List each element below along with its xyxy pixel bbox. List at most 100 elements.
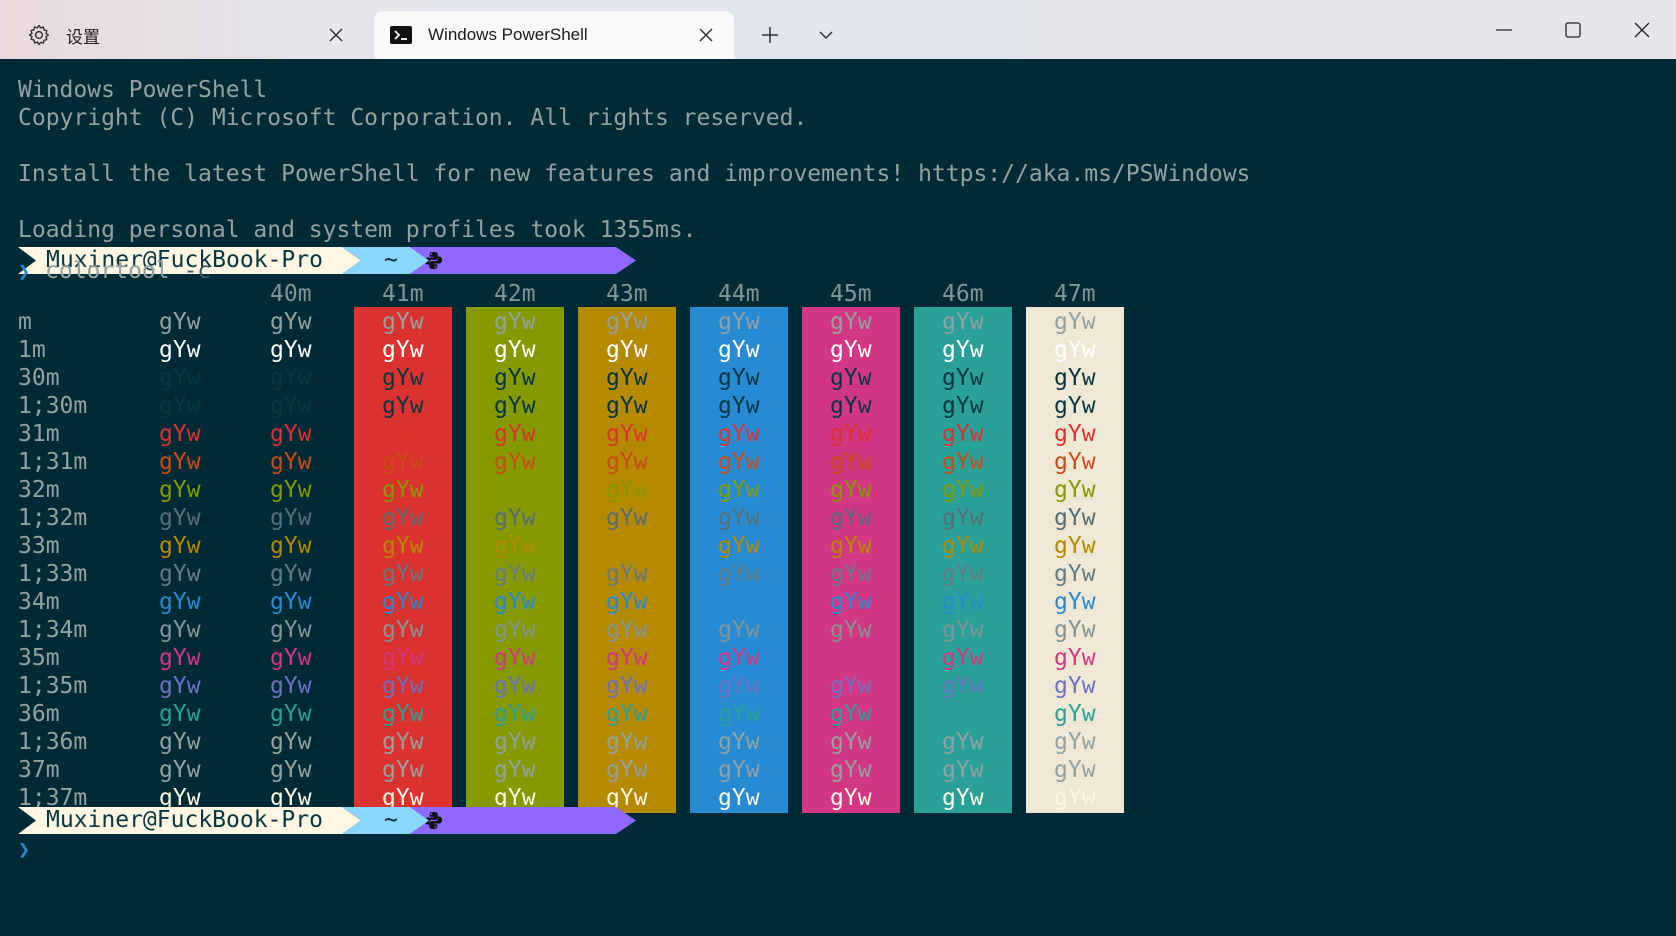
sample-cell: gYw	[830, 589, 872, 615]
sample-cell: gYw	[382, 449, 424, 475]
terminal-pane[interactable]: Windows PowerShell Copyright (C) Microso…	[0, 59, 1676, 936]
sample-cell: gYw	[942, 505, 984, 531]
sample-cell: gYw	[830, 533, 872, 559]
close-icon[interactable]	[322, 21, 350, 49]
command-line[interactable]: colortool -c	[45, 257, 211, 285]
sample-cell: gYw	[1054, 729, 1096, 755]
sample-cell: gYw	[606, 505, 648, 531]
bg-header: 43m	[606, 281, 648, 307]
sample-cell: gYw	[606, 701, 648, 727]
sample-cell: gYw	[942, 533, 984, 559]
sample-cell: gYw	[382, 337, 424, 363]
sample-cell: gYw	[1054, 617, 1096, 643]
sample-cell: gYw	[1054, 701, 1096, 727]
minimize-button[interactable]	[1484, 10, 1524, 50]
sample-cell: gYw	[1054, 589, 1096, 615]
row-label: 1;32m	[18, 505, 88, 531]
sample-cell: gYw	[159, 449, 201, 475]
sample-cell: gYw	[606, 393, 648, 419]
sample-cell: gYw	[494, 309, 536, 335]
row-label: 34m	[18, 589, 60, 615]
sample-cell: gYw	[270, 589, 312, 615]
sample-cell: gYw	[718, 533, 760, 559]
sample-cell: gYw	[718, 393, 760, 419]
sample-cell: gYw	[382, 533, 424, 559]
sample-cell: gYw	[1054, 505, 1096, 531]
bg-header: 40m	[270, 281, 312, 307]
sample-cell: gYw	[494, 421, 536, 447]
sample-cell: gYw	[159, 673, 201, 699]
sample-cell: gYw	[1054, 337, 1096, 363]
sample-cell: gYw	[606, 645, 648, 671]
new-tab-button[interactable]	[750, 15, 790, 55]
sample-cell: gYw	[942, 645, 984, 671]
sample-cell: gYw	[1054, 393, 1096, 419]
banner-line: Windows PowerShell	[18, 77, 268, 103]
sample-cell: gYw	[718, 757, 760, 783]
sample-cell: gYw	[830, 393, 872, 419]
sample-cell: gYw	[382, 393, 424, 419]
sample-cell: gYw	[942, 421, 984, 447]
sample-cell: gYw	[718, 337, 760, 363]
sample-cell: gYw	[159, 561, 201, 587]
sample-cell: gYw	[942, 449, 984, 475]
sample-cell: gYw	[606, 589, 648, 615]
tab-settings-label: 设置	[66, 27, 100, 47]
sample-cell: gYw	[942, 729, 984, 755]
command-text: colortool	[45, 258, 170, 284]
close-icon[interactable]	[692, 21, 720, 49]
banner-line: Loading personal and system profiles too…	[18, 217, 697, 243]
sample-cell: gYw	[270, 757, 312, 783]
sample-cell: gYw	[494, 505, 536, 531]
row-label: m	[18, 309, 32, 335]
sample-cell: gYw	[606, 673, 648, 699]
sample-cell: gYw	[494, 337, 536, 363]
tab-powershell[interactable]: Windows PowerShell	[374, 11, 734, 59]
sample-cell: gYw	[718, 645, 760, 671]
bg-header: 47m	[1054, 281, 1096, 307]
sample-cell: gYw	[494, 617, 536, 643]
sample-cell: gYw	[270, 337, 312, 363]
sample-cell: gYw	[494, 673, 536, 699]
maximize-button[interactable]	[1553, 10, 1593, 50]
sample-cell: gYw	[494, 533, 536, 559]
sample-cell: gYw	[830, 645, 872, 671]
sample-cell: gYw	[718, 701, 760, 727]
close-window-button[interactable]	[1622, 10, 1662, 50]
sample-cell: gYw	[718, 785, 760, 811]
bg-header: 46m	[942, 281, 984, 307]
tab-settings[interactable]: 设置	[12, 11, 364, 59]
sample-cell: gYw	[942, 589, 984, 615]
sample-cell: gYw	[270, 449, 312, 475]
sample-cell: gYw	[830, 477, 872, 503]
command-arg: -c	[183, 258, 212, 284]
chevron-down-icon[interactable]	[806, 15, 846, 55]
sample-cell: gYw	[159, 337, 201, 363]
row-label: 37m	[18, 757, 60, 783]
sample-cell: gYw	[270, 421, 312, 447]
sample-cell: gYw	[159, 589, 201, 615]
sample-cell: gYw	[159, 617, 201, 643]
sample-cell: gYw	[718, 617, 760, 643]
sample-cell: gYw	[606, 729, 648, 755]
sample-cell: gYw	[159, 309, 201, 335]
sample-cell: gYw	[606, 365, 648, 391]
sample-cell: gYw	[382, 701, 424, 727]
sample-cell: gYw	[270, 477, 312, 503]
sample-cell: gYw	[830, 421, 872, 447]
sample-cell: gYw	[830, 673, 872, 699]
sample-cell: gYw	[159, 757, 201, 783]
sample-cell: gYw	[494, 393, 536, 419]
sample-cell: gYw	[382, 589, 424, 615]
row-label: 1;34m	[18, 617, 88, 643]
sample-cell: gYw	[159, 421, 201, 447]
sample-cell: gYw	[494, 701, 536, 727]
sample-cell: gYw	[1054, 533, 1096, 559]
banner-line: Install the latest PowerShell for new fe…	[18, 161, 1251, 187]
sample-cell: gYw	[159, 505, 201, 531]
row-label: 33m	[18, 533, 60, 559]
sample-cell: gYw	[270, 505, 312, 531]
sample-cell: gYw	[1054, 477, 1096, 503]
sample-cell: gYw	[494, 589, 536, 615]
sample-cell: gYw	[382, 477, 424, 503]
